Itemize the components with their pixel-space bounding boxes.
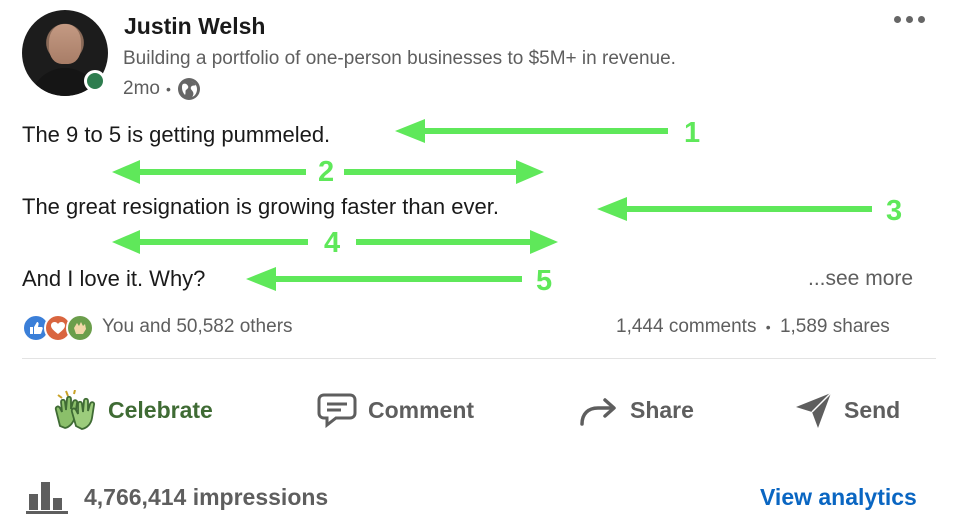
annotation-number-3: 3 [886, 195, 903, 227]
celebrate-label: Celebrate [108, 396, 213, 423]
send-button[interactable]: Send [794, 386, 900, 434]
annotation-arrowhead-4-left [112, 230, 140, 254]
shares-count[interactable]: 1,589 shares [780, 316, 890, 337]
engagement-counts: 1,444 comments • 1,589 shares [616, 316, 890, 338]
annotation-number-5: 5 [536, 265, 553, 297]
author-name[interactable]: Justin Welsh [124, 13, 265, 40]
view-analytics-link[interactable]: View analytics [760, 484, 917, 511]
share-label: Share [630, 396, 694, 423]
avatar-face [49, 24, 81, 64]
share-icon [580, 398, 616, 426]
celebrate-button[interactable]: Celebrate [54, 386, 213, 434]
comment-icon [317, 393, 357, 428]
annotation-number-4: 4 [324, 227, 341, 259]
annotation-arrowhead-3 [597, 197, 627, 221]
post-line-3: The great resignation is growing faster … [22, 194, 499, 219]
impressions-count: 4,766,414 impressions [84, 484, 329, 510]
annotation-number-2: 2 [318, 156, 335, 188]
post-line-5: And I love it. Why? [22, 266, 206, 291]
meta-separator: • [165, 81, 171, 97]
post-meta: 2mo • [123, 77, 201, 101]
share-button[interactable]: Share [578, 386, 694, 434]
author-headline: Building a portfolio of one-person busin… [123, 48, 676, 69]
divider [22, 358, 936, 359]
celebrate-icon [54, 390, 96, 430]
celebrate-reaction-icon [66, 314, 94, 342]
online-status-dot [84, 70, 106, 92]
annotation-number-1: 1 [684, 117, 701, 149]
reactions-count[interactable]: You and 50,582 others [102, 316, 293, 338]
send-label: Send [844, 396, 901, 423]
comments-count[interactable]: 1,444 comments [616, 316, 756, 337]
annotation-arrowhead-5 [246, 267, 276, 291]
post-time: 2mo [123, 78, 160, 99]
annotation-arrowhead-4-right [530, 230, 558, 254]
analytics-bar-icon [26, 482, 68, 514]
globe-icon [177, 78, 200, 100]
annotation-arrowhead-2-left [112, 160, 140, 184]
more-options-icon[interactable] [894, 16, 925, 23]
comment-label: Comment [368, 396, 475, 423]
counts-separator: • [765, 319, 771, 335]
comment-button[interactable]: Comment [316, 386, 474, 434]
send-icon [796, 392, 832, 428]
reaction-icons[interactable] [22, 314, 94, 342]
annotation-arrowhead-2-right [516, 160, 544, 184]
see-more-link[interactable]: ...see more [808, 267, 913, 291]
post-line-1: The 9 to 5 is getting pummeled. [22, 122, 331, 147]
annotation-arrowhead-1 [395, 119, 425, 143]
